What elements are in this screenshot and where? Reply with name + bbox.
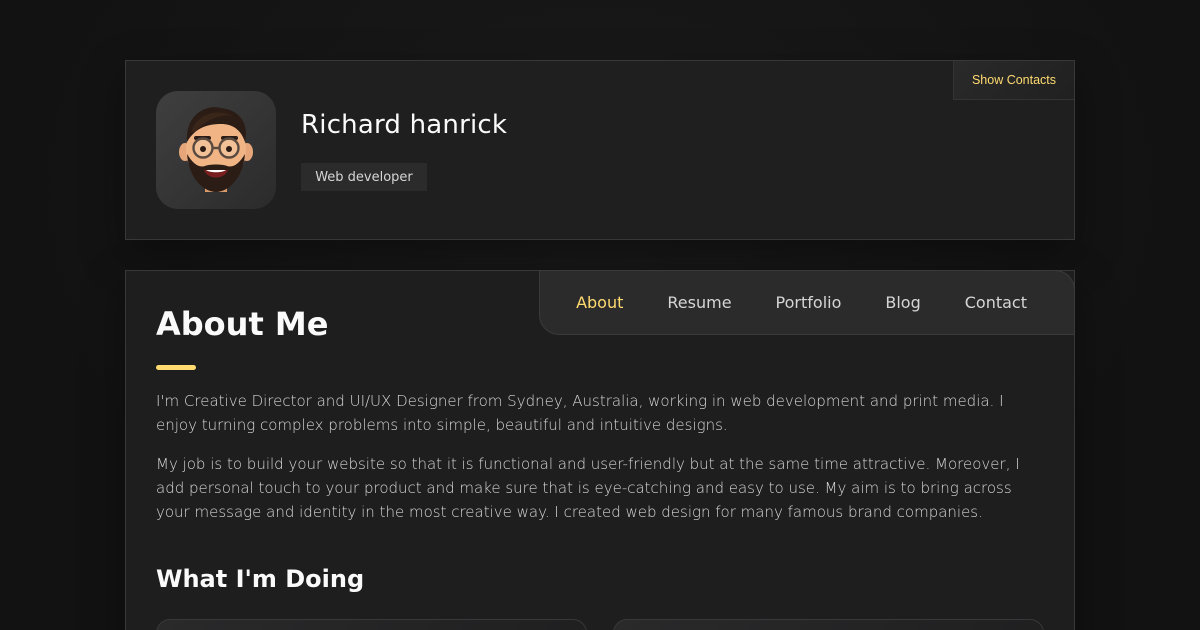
about-article: About Resume Portfolio Blog Contact Abou…	[125, 270, 1075, 630]
service-card	[613, 619, 1044, 630]
about-paragraph: My job is to build your website so that …	[156, 455, 1020, 521]
service-card	[156, 619, 587, 630]
services-title: What I'm Doing	[156, 565, 365, 593]
nav-item-resume[interactable]: Resume	[667, 293, 731, 312]
profile-card: Richard hanrick Web developer Show Conta…	[125, 60, 1075, 240]
nav-item-portfolio[interactable]: Portfolio	[776, 293, 842, 312]
about-text: I'm Creative Director and UI/UX Designer…	[156, 389, 1046, 524]
avatar	[156, 91, 276, 209]
title-underline	[156, 365, 196, 370]
nav-item-contact[interactable]: Contact	[965, 293, 1027, 312]
nav-item-about[interactable]: About	[576, 293, 623, 312]
profile-name: Richard hanrick	[301, 110, 508, 140]
navbar: About Resume Portfolio Blog Contact	[539, 270, 1075, 335]
nav-item-blog[interactable]: Blog	[885, 293, 920, 312]
page: Richard hanrick Web developer Show Conta…	[0, 0, 1200, 630]
role-badge: Web developer	[301, 163, 427, 191]
page-title: About Me	[156, 305, 329, 343]
about-paragraph: I'm Creative Director and UI/UX Designer…	[156, 392, 1004, 434]
memoji-avatar-icon	[179, 107, 253, 192]
show-contacts-button[interactable]: Show Contacts	[953, 61, 1074, 100]
